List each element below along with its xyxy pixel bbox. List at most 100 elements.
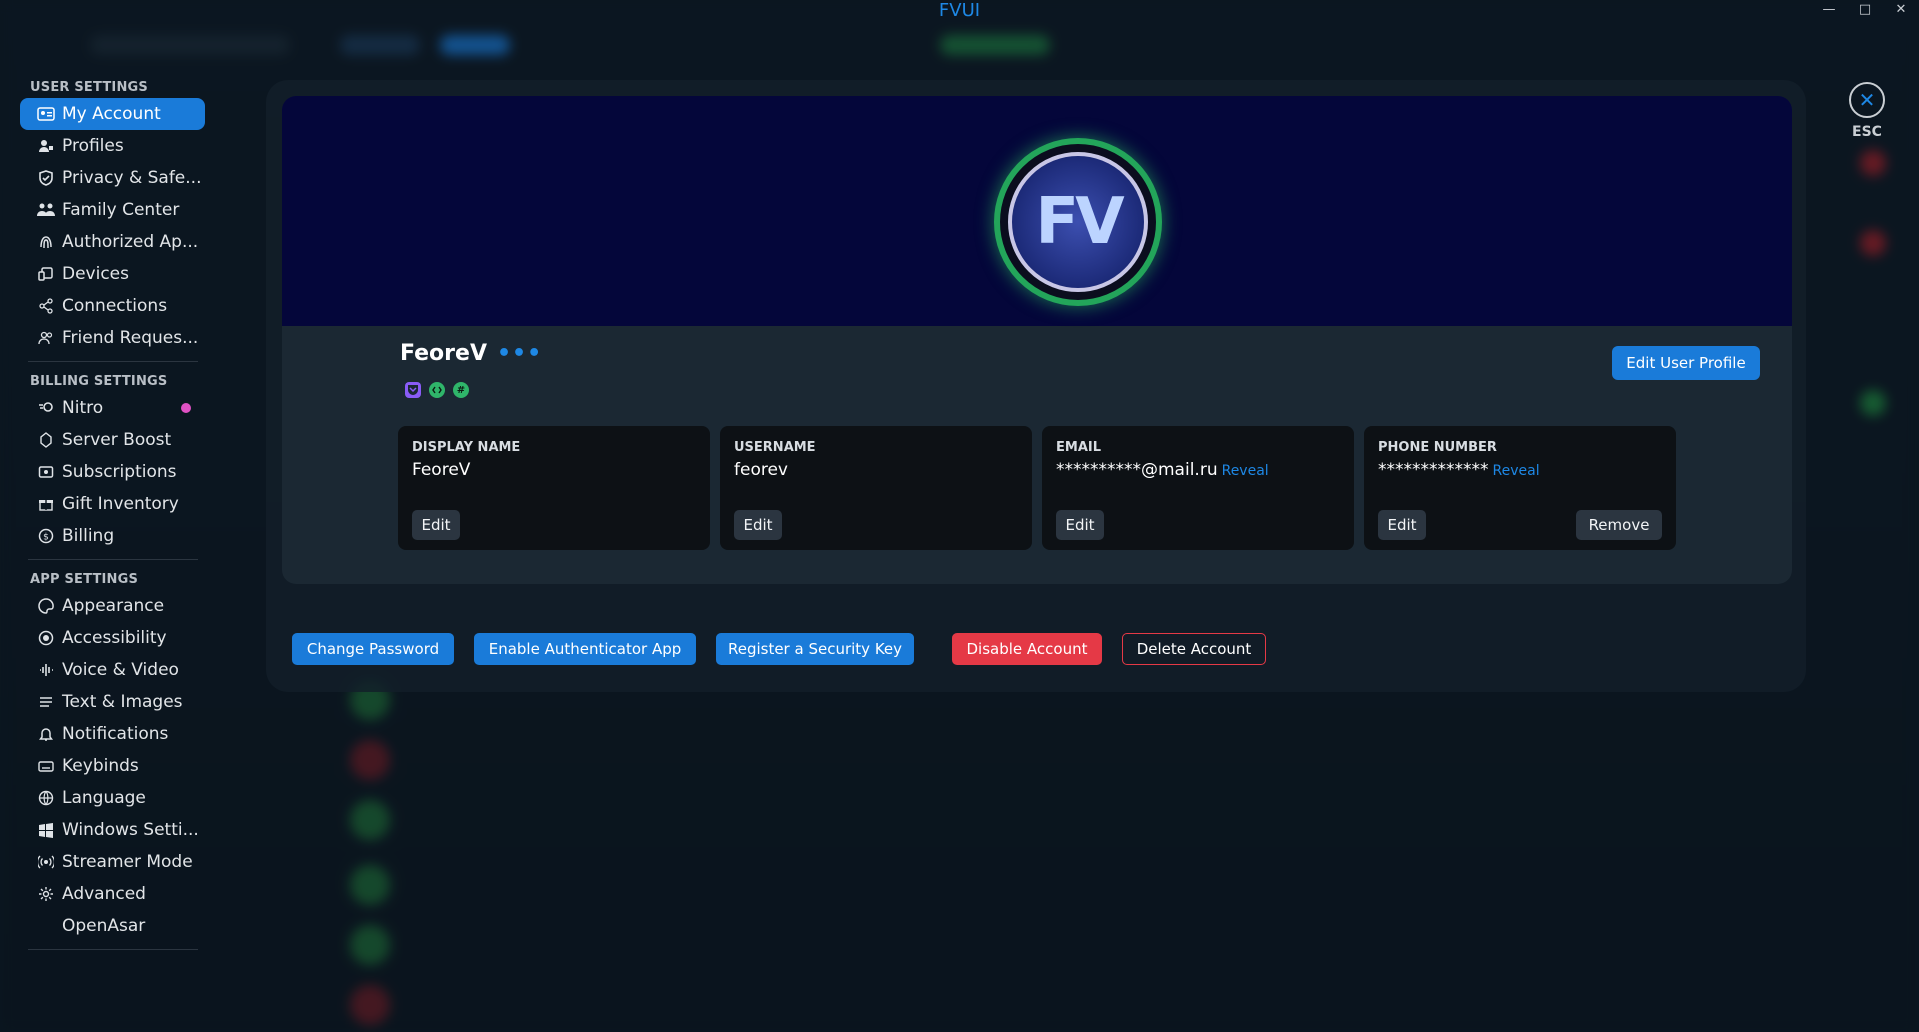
sidebar-item-notifications[interactable]: Notifications: [20, 718, 205, 750]
sidebar-item-label: Text & Images: [62, 692, 183, 712]
bg-avatar: [350, 865, 390, 905]
nitro-indicator-dot: [181, 403, 192, 413]
sidebar-item-appearance[interactable]: Appearance: [20, 590, 205, 622]
close-window-icon[interactable]: ✕: [1893, 2, 1909, 17]
sidebar-item-label: Language: [62, 788, 146, 808]
sidebar-item-streamer-mode[interactable]: Streamer Mode: [20, 846, 205, 878]
divider: [28, 361, 198, 362]
sidebar-item-voice-video[interactable]: Voice & Video: [20, 654, 205, 686]
avatar[interactable]: FV: [994, 138, 1162, 306]
section-heading-user: USER SETTINGS: [30, 80, 148, 95]
sidebar-item-subscriptions[interactable]: Subscriptions: [20, 456, 205, 488]
edit-phone-button[interactable]: Edit: [1378, 510, 1426, 540]
developer-badge-icon[interactable]: [429, 382, 445, 398]
edit-email-button[interactable]: Edit: [1056, 510, 1104, 540]
field-value: **********@mail.ru Reveal: [1056, 460, 1269, 480]
profile-username: FeoreV •••: [400, 341, 542, 366]
shield-icon: [36, 168, 56, 188]
field-label: DISPLAY NAME: [412, 440, 521, 455]
sidebar-item-openasar[interactable]: OpenAsar: [20, 910, 205, 942]
sidebar-item-label: Nitro: [62, 398, 104, 418]
sidebar-item-keybinds[interactable]: Keybinds: [20, 750, 205, 782]
remove-phone-button[interactable]: Remove: [1576, 510, 1662, 540]
window-controls: — □ ✕: [1821, 2, 1909, 17]
subscriptions-icon: [36, 462, 56, 482]
sidebar-item-friend-requests[interactable]: Friend Reques...: [20, 322, 205, 354]
email-field: EMAIL **********@mail.ru Reveal Edit: [1042, 426, 1354, 550]
window-title: FVUI: [938, 0, 981, 21]
sidebar-item-label: My Account: [62, 104, 161, 124]
sidebar-item-privacy[interactable]: Privacy & Safe...: [20, 162, 205, 194]
sidebar-item-gift-inventory[interactable]: Gift Inventory: [20, 488, 205, 520]
bg-avatar: [350, 925, 390, 965]
avatar-image: FV: [1008, 152, 1148, 292]
sidebar-item-label: Notifications: [62, 724, 169, 744]
reveal-email-link[interactable]: Reveal: [1222, 463, 1269, 479]
people-icon: [36, 328, 56, 348]
sidebar-item-profiles[interactable]: Profiles: [20, 130, 205, 162]
text-lines-icon: [36, 692, 56, 712]
sidebar-item-devices[interactable]: Devices: [20, 258, 205, 290]
billing-icon: $: [36, 526, 56, 546]
register-security-key-button[interactable]: Register a Security Key: [716, 633, 914, 665]
bg-online-tab: [440, 35, 510, 55]
edit-display-name-button[interactable]: Edit: [412, 510, 460, 540]
sidebar-item-family-center[interactable]: Family Center: [20, 194, 205, 226]
delete-account-button[interactable]: Delete Account: [1122, 633, 1266, 665]
sidebar-item-my-account[interactable]: My Account: [20, 98, 205, 130]
sidebar-item-label: Family Center: [62, 200, 180, 220]
account-fields: DISPLAY NAME FeoreV Edit USERNAME feorev…: [398, 426, 1676, 550]
sidebar-item-authorized-apps[interactable]: Authorized Ap...: [20, 226, 205, 258]
sidebar-item-accessibility[interactable]: Accessibility: [20, 622, 205, 654]
profile-name: FeoreV: [400, 341, 487, 366]
bg-dot: [1860, 230, 1886, 256]
settings-sidebar: USER SETTINGS My Account Profiles Privac…: [20, 78, 210, 960]
phone-field: PHONE NUMBER ************* Reveal Edit Re…: [1364, 426, 1676, 550]
maximize-icon[interactable]: □: [1857, 2, 1873, 17]
change-password-button[interactable]: Change Password: [292, 633, 454, 665]
disable-account-button[interactable]: Disable Account: [952, 633, 1102, 665]
minimize-icon[interactable]: —: [1821, 2, 1837, 17]
sidebar-item-label: Streamer Mode: [62, 852, 193, 872]
bg-avatar: [350, 740, 390, 780]
esc-close[interactable]: ✕ ESC: [1847, 82, 1887, 140]
sidebar-item-label: Connections: [62, 296, 168, 316]
section-heading-billing: BILLING SETTINGS: [30, 374, 168, 389]
close-icon[interactable]: ✕: [1849, 82, 1885, 118]
profile-badges: #: [405, 382, 469, 398]
waveform-icon: [36, 660, 56, 680]
bell-icon: [36, 724, 56, 744]
bg-search: [90, 35, 290, 55]
edit-user-profile-button[interactable]: Edit User Profile: [1612, 346, 1760, 380]
field-value: FeoreV: [412, 460, 471, 480]
enable-authenticator-button[interactable]: Enable Authenticator App: [474, 633, 696, 665]
share-icon: [36, 296, 56, 316]
sidebar-item-label: Keybinds: [62, 756, 139, 776]
nitro-badge-icon[interactable]: [405, 382, 421, 398]
boost-icon: [36, 430, 56, 450]
email-masked: **********@mail.ru: [1056, 460, 1218, 480]
sidebar-item-advanced[interactable]: Advanced: [20, 878, 205, 910]
more-options-icon[interactable]: •••: [497, 341, 542, 366]
sidebar-item-label: Voice & Video: [62, 660, 179, 680]
sidebar-item-billing[interactable]: $ Billing: [20, 520, 205, 552]
sidebar-item-connections[interactable]: Connections: [20, 290, 205, 322]
svg-text:$: $: [43, 533, 49, 543]
profile-card: FV FeoreV ••• # Edit User Profile DISPLA…: [282, 96, 1792, 584]
hashtag-badge-icon[interactable]: #: [453, 382, 469, 398]
reveal-phone-link[interactable]: Reveal: [1493, 463, 1540, 479]
sidebar-item-windows-settings[interactable]: Windows Setti...: [20, 814, 205, 846]
field-value: ************* Reveal: [1378, 460, 1540, 480]
edit-username-button[interactable]: Edit: [734, 510, 782, 540]
globe-icon: [36, 788, 56, 808]
field-label: USERNAME: [734, 440, 816, 455]
sidebar-item-nitro[interactable]: Nitro: [20, 392, 205, 424]
devices-icon: [36, 264, 56, 284]
sidebar-item-label: Advanced: [62, 884, 146, 904]
divider: [28, 949, 198, 950]
sidebar-item-language[interactable]: Language: [20, 782, 205, 814]
sidebar-item-text-images[interactable]: Text & Images: [20, 686, 205, 718]
bg-avatar: [350, 985, 390, 1025]
sidebar-item-label: Gift Inventory: [62, 494, 179, 514]
sidebar-item-server-boost[interactable]: Server Boost: [20, 424, 205, 456]
